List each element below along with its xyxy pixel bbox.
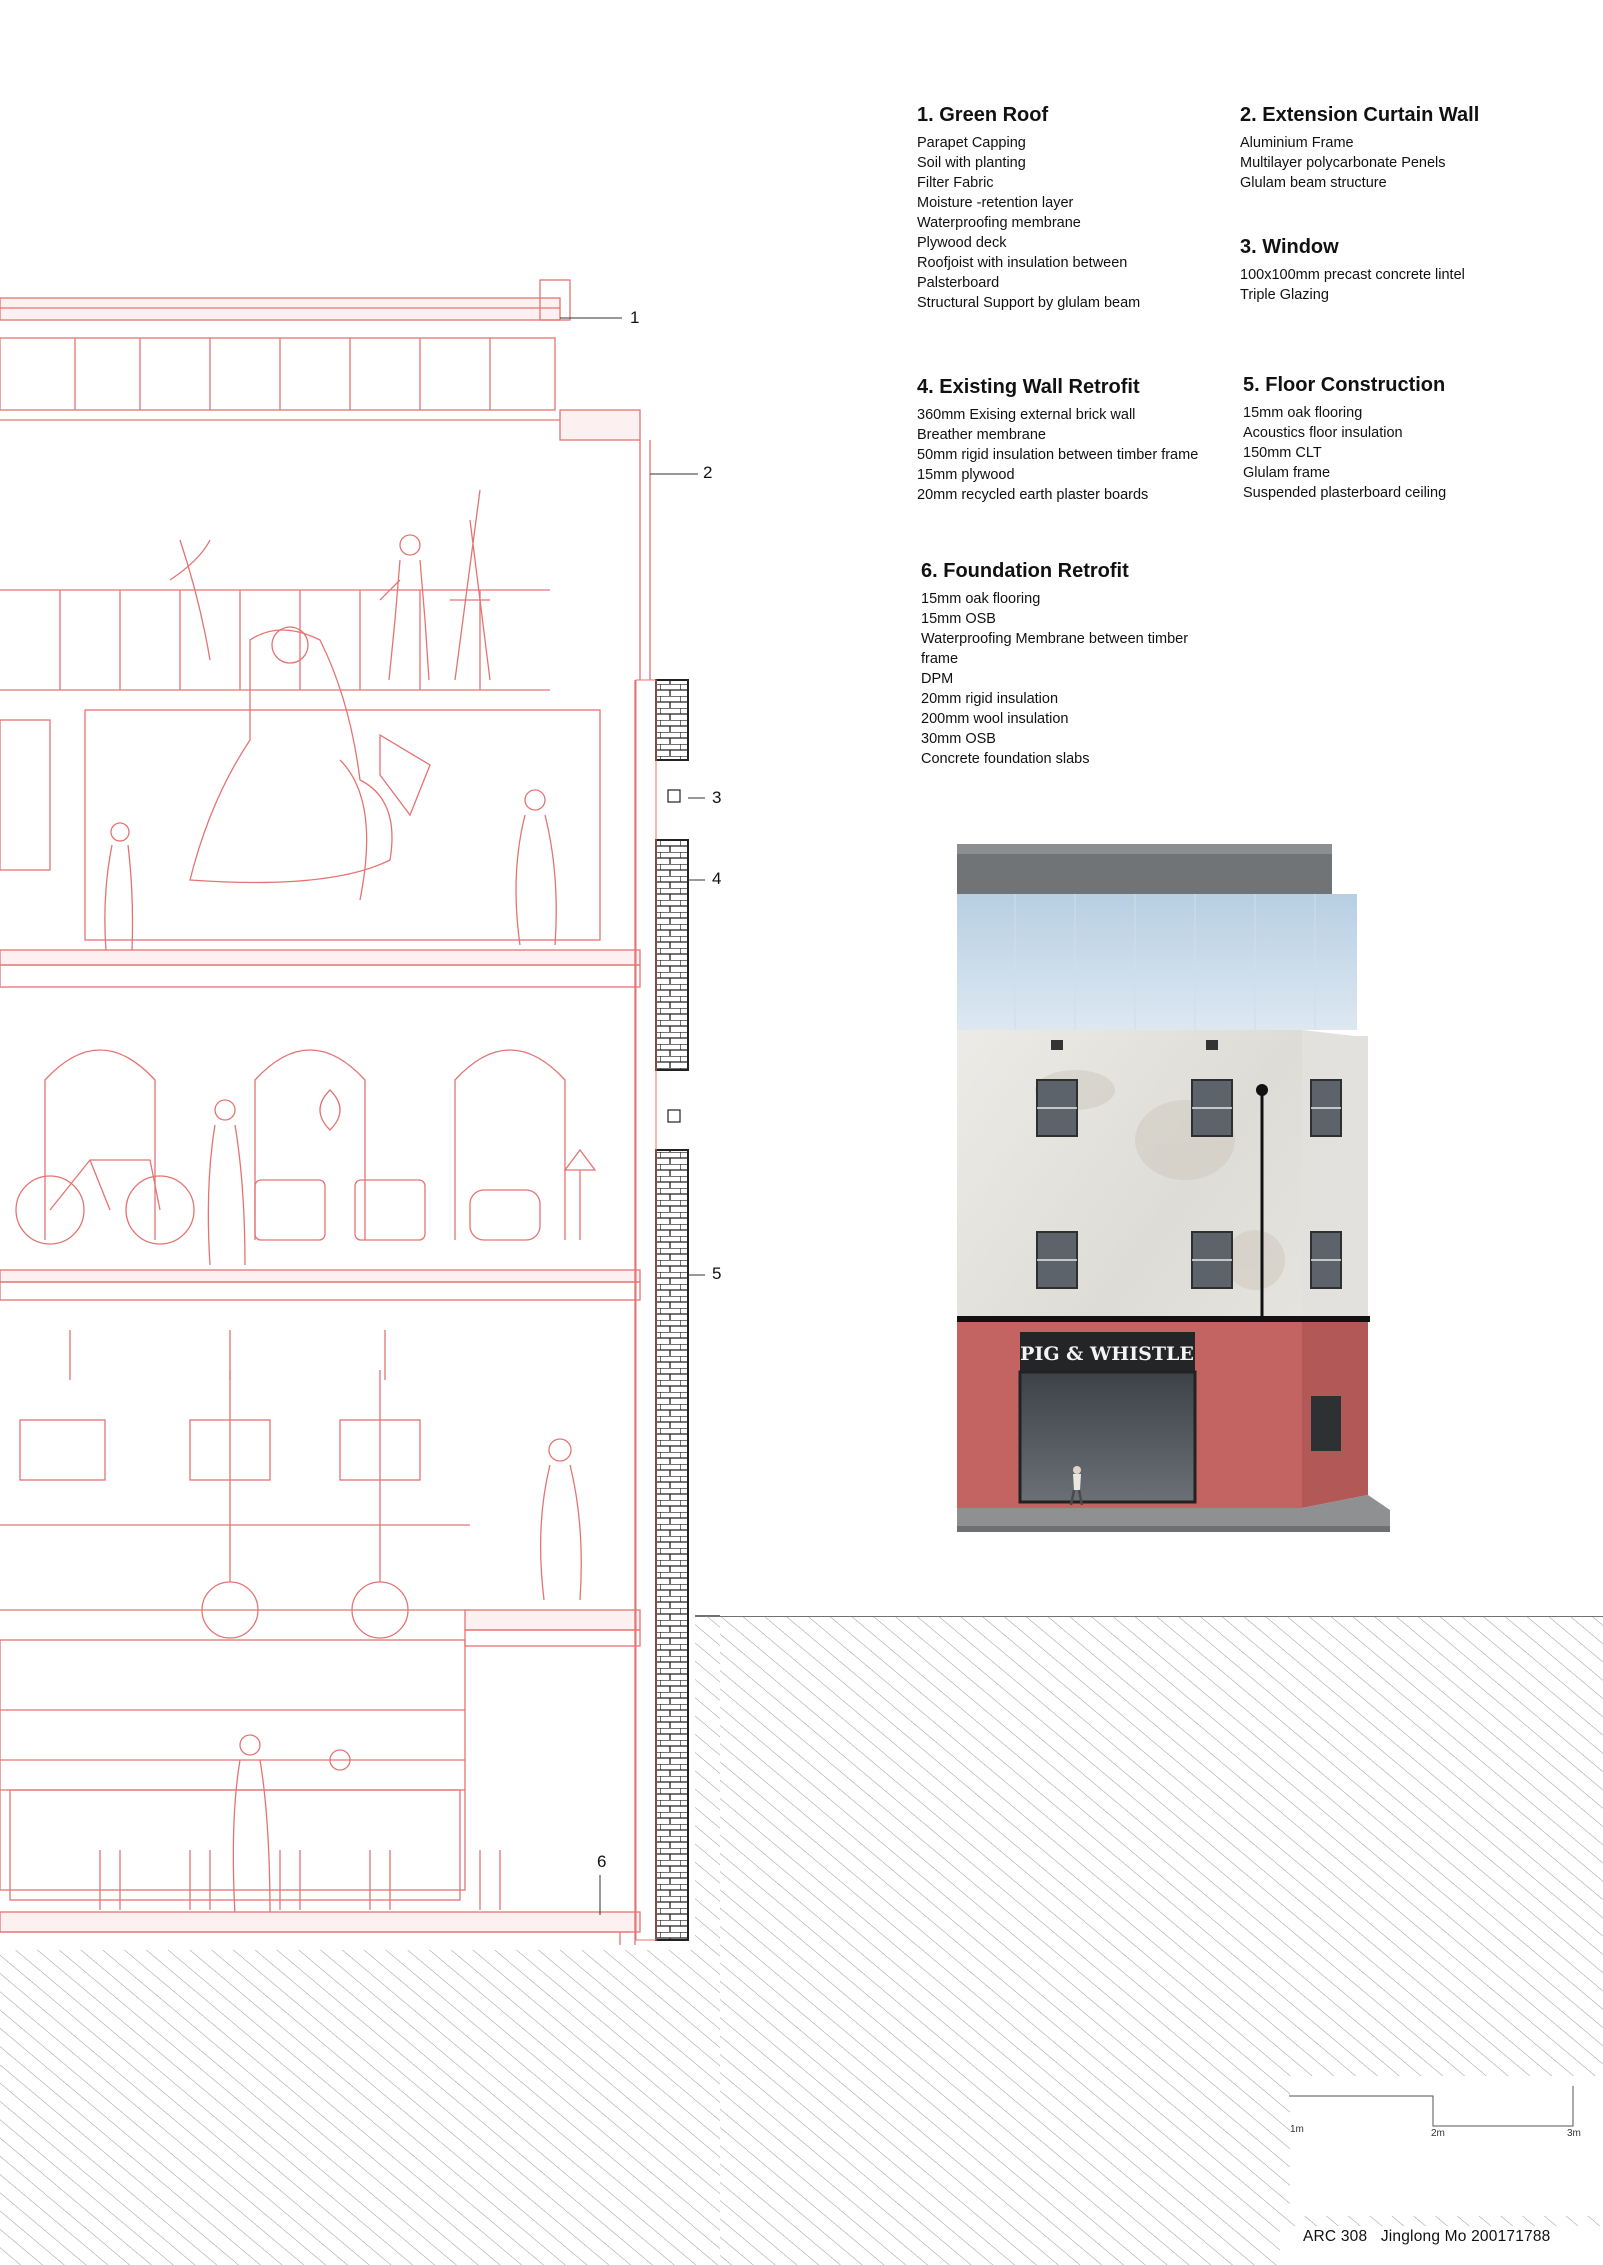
brick-wall-upper (655, 679, 689, 761)
spec-item: Roofjoist with insulation between (917, 255, 1128, 271)
spec-item: 50mm rigid insulation between timber fra… (917, 447, 1199, 463)
spec-item: Moisture -retention layer (917, 195, 1074, 211)
scale-label-1m: 1m (1290, 2124, 1304, 2135)
brick-wall-mid (655, 839, 689, 1071)
spec-item: 15mm oak flooring (1243, 405, 1363, 421)
spec-item: 15mm plywood (917, 467, 1015, 483)
spec-item: Waterproofing Membrane between timber (921, 631, 1189, 647)
callout-6: 6 (597, 1852, 607, 1871)
spec-item: 30mm OSB (921, 731, 996, 747)
course-code: ARC 308 (1303, 2228, 1368, 2245)
spec-item: frame (921, 651, 959, 667)
spec-item: Waterproofing membrane (917, 215, 1081, 231)
street-elevation-render: PIG & WHISTLE (957, 844, 1390, 1532)
spec-item: Multilayer polycarbonate Penels (1240, 155, 1446, 171)
spec-item: 15mm OSB (921, 611, 996, 627)
spec-item: Parapet Capping (917, 135, 1026, 151)
callout-3: 3 (712, 788, 722, 807)
ground-hatch-right (720, 1616, 1603, 2265)
spec-title: 6. Foundation Retrofit (921, 560, 1129, 582)
section-linework (0, 279, 651, 1945)
spec-title: 2. Extension Curtain Wall (1240, 104, 1480, 126)
spec-title: 4. Existing Wall Retrofit (917, 376, 1140, 398)
callout-4: 4 (712, 869, 722, 888)
building-section-drawing (0, 279, 720, 2265)
ground-hatch (0, 1950, 720, 2265)
spec-foundation: 6. Foundation Retrofit 15mm oak flooring… (921, 560, 1241, 769)
callout-2: 2 (703, 463, 713, 482)
spec-title: 5. Floor Construction (1243, 374, 1446, 396)
author-name: Jinglong Mo 200171788 (1380, 2228, 1551, 2245)
callout-5: 5 (712, 1264, 722, 1283)
spec-item: Filter Fabric (917, 175, 994, 191)
spec-item: Plywood deck (917, 235, 1007, 251)
spec-item: Palsterboard (917, 275, 1000, 291)
spec-item: 100x100mm precast concrete lintel (1240, 267, 1465, 283)
spec-item: Glulam beam structure (1240, 175, 1387, 191)
footer-credit: ARC 308 Jinglong Mo 200171788 (1303, 2228, 1551, 2246)
spec-item: Acoustics floor insulation (1243, 425, 1403, 441)
spec-item: DPM (921, 671, 954, 687)
spec-title: 3. Window (1240, 236, 1339, 258)
spec-title: 1. Green Roof (917, 104, 1049, 126)
brick-wall-lower (655, 1149, 689, 1941)
spec-item: Aluminium Frame (1240, 135, 1354, 151)
spec-item: 20mm rigid insulation (921, 691, 1059, 707)
scale-label-2m: 2m (1431, 2128, 1445, 2139)
spec-item: Soil with planting (917, 155, 1026, 171)
spec-curtain-wall: 2. Extension Curtain Wall Aluminium Fram… (1240, 104, 1540, 193)
spec-item: 150mm CLT (1243, 445, 1322, 461)
shop-sign: PIG & WHISTLE (1020, 1343, 1194, 1365)
spec-item: 360mm Exising external brick wall (917, 407, 1136, 423)
spec-floor-construction: 5. Floor Construction 15mm oak flooring … (1243, 374, 1543, 503)
shop-window (1020, 1372, 1195, 1502)
spec-item: Triple Glazing (1240, 287, 1329, 303)
spec-item: 15mm oak flooring (921, 591, 1041, 607)
spec-window: 3. Window 100x100mm precast concrete lin… (1240, 236, 1540, 305)
spec-item: Breather membrane (917, 427, 1046, 443)
spec-item: 200mm wool insulation (921, 711, 1069, 727)
pedestrian-figure (1073, 1466, 1081, 1474)
spec-item: Glulam frame (1243, 465, 1331, 481)
curtain-wall (957, 894, 1357, 1030)
spec-item: 20mm recycled earth plaster boards (917, 487, 1149, 503)
spec-green-roof: 1. Green Roof Parapet Capping Soil with … (917, 104, 1217, 313)
spec-item: Structural Support by glulam beam (917, 295, 1141, 311)
spec-item: Concrete foundation slabs (921, 751, 1090, 767)
spec-existing-wall: 4. Existing Wall Retrofit 360mm Exising … (917, 376, 1237, 505)
scale-label-3m: 3m (1567, 2128, 1581, 2139)
spec-item: Suspended plasterboard ceiling (1243, 485, 1447, 501)
callout-1: 1 (630, 308, 640, 327)
